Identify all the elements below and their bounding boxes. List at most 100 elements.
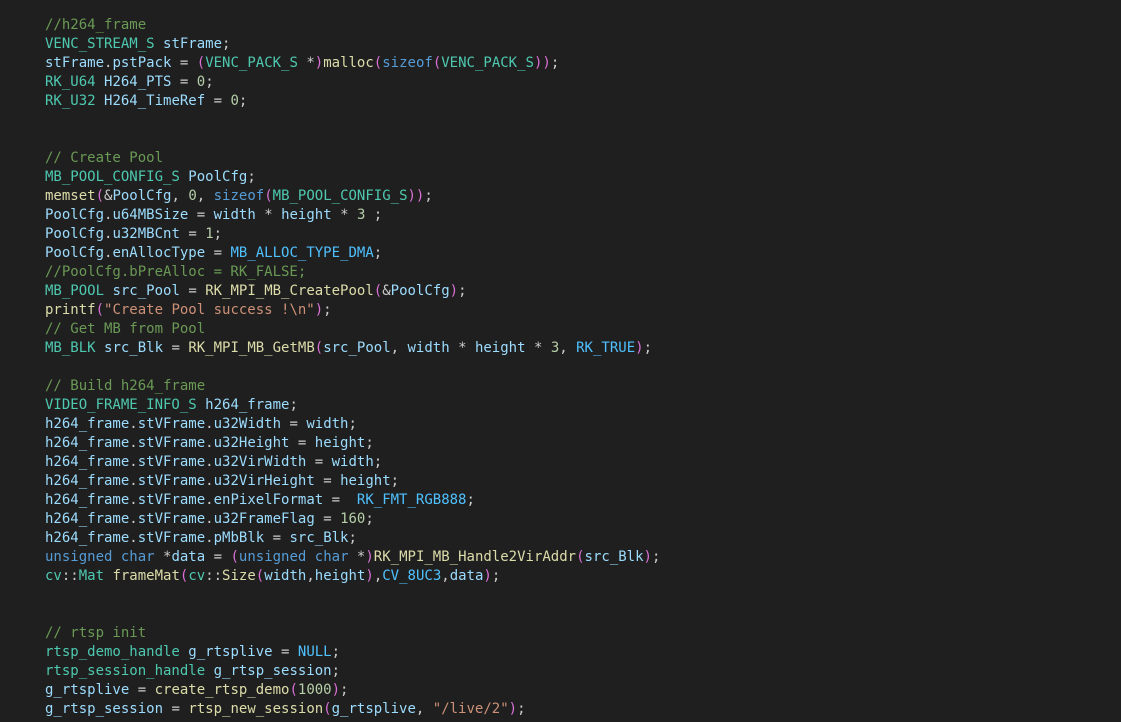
code-line[interactable]: rtsp_session_handle g_rtsp_session; bbox=[45, 662, 660, 681]
code-line[interactable]: PoolCfg.enAllocType = MB_ALLOC_TYPE_DMA; bbox=[45, 244, 660, 263]
code-editor[interactable]: //h264_frame VENC_STREAM_S stFrame; stFram… bbox=[0, 0, 1121, 722]
code-token-var: u32Height bbox=[213, 435, 290, 451]
code-line[interactable]: printf("Create Pool success !\n"); bbox=[45, 301, 660, 320]
code-token-paren: ) bbox=[314, 302, 324, 318]
code-token-var: u32MBCnt bbox=[112, 226, 180, 242]
code-line[interactable]: h264_frame.stVFrame.u32FrameFlag = 160; bbox=[45, 510, 660, 529]
code-line[interactable]: g_rtsp_session = rtsp_new_session(g_rtsp… bbox=[45, 700, 660, 719]
code-content[interactable]: //h264_frame VENC_STREAM_S stFrame; stFram… bbox=[45, 16, 660, 719]
code-line[interactable] bbox=[45, 358, 660, 377]
code-line[interactable]: // rtsp init bbox=[45, 624, 660, 643]
code-line[interactable]: cv::Mat frameMat(cv::Size(width,height),… bbox=[45, 567, 660, 586]
code-token-ns: cv bbox=[45, 568, 62, 584]
code-token-kw: unsigned bbox=[238, 549, 307, 565]
code-token-var: src_Pool bbox=[112, 283, 180, 299]
code-token-punct: , bbox=[373, 568, 383, 584]
code-line[interactable] bbox=[45, 586, 660, 605]
code-line[interactable]: //PoolCfg.bPreAlloc = RK_FALSE; bbox=[45, 263, 660, 282]
code-token-punct bbox=[197, 397, 205, 413]
code-token-punct bbox=[306, 549, 314, 565]
code-token-func: frameMat bbox=[112, 568, 180, 584]
code-line[interactable]: PoolCfg.u32MBCnt = 1; bbox=[45, 225, 660, 244]
code-line[interactable] bbox=[45, 130, 660, 149]
code-token-var: stVFrame bbox=[137, 416, 206, 432]
code-token-num: 0 bbox=[188, 188, 197, 204]
code-token-punct: ; bbox=[458, 283, 467, 299]
code-line[interactable]: PoolCfg.u64MBSize = width * height * 3 ; bbox=[45, 206, 660, 225]
code-token-var: width bbox=[213, 207, 256, 223]
code-line[interactable]: // Build h264_frame bbox=[45, 377, 660, 396]
code-token-var: src_Blk bbox=[584, 549, 644, 565]
code-token-var: height bbox=[340, 473, 391, 489]
code-token-var: enAllocType bbox=[112, 245, 206, 261]
code-line[interactable] bbox=[45, 111, 660, 130]
code-token-punct: * bbox=[297, 55, 315, 71]
code-token-num: 1 bbox=[205, 226, 214, 242]
code-line[interactable]: rtsp_demo_handle g_rtsplive = NULL; bbox=[45, 643, 660, 662]
code-line[interactable]: RK_U64 H264_PTS = 0; bbox=[45, 73, 660, 92]
code-token-num: 160 bbox=[340, 511, 366, 527]
code-token-punct: ; bbox=[213, 226, 223, 242]
code-token-var: PoolCfg bbox=[45, 226, 105, 242]
code-token-type: Mat bbox=[78, 568, 105, 584]
code-line[interactable]: //h264_frame bbox=[45, 16, 660, 35]
code-token-punct: = bbox=[272, 644, 298, 660]
code-token-var: h264_frame bbox=[205, 397, 290, 413]
code-token-var: stVFrame bbox=[137, 530, 206, 546]
code-token-func: RK_MPI_MB_Handle2VirAddr bbox=[373, 549, 577, 565]
code-line[interactable]: MB_POOL_CONFIG_S PoolCfg; bbox=[45, 168, 660, 187]
code-token-punct: ; bbox=[348, 416, 357, 432]
code-token-var: u64MBSize bbox=[112, 207, 189, 223]
code-line[interactable]: MB_BLK src_Blk = RK_MPI_MB_GetMB(src_Poo… bbox=[45, 339, 660, 358]
code-token-kw: sizeof bbox=[213, 188, 265, 204]
code-line[interactable]: VENC_STREAM_S stFrame; bbox=[45, 35, 660, 54]
code-line[interactable]: // Create Pool bbox=[45, 149, 660, 168]
code-line[interactable]: stFrame.pstPack = (VENC_PACK_S *)malloc(… bbox=[45, 54, 660, 73]
code-token-var: pstPack bbox=[112, 55, 172, 71]
code-token-punct: = bbox=[314, 473, 341, 489]
code-line[interactable]: g_rtsplive = create_rtsp_demo(1000); bbox=[45, 681, 660, 700]
code-token-punct: * bbox=[255, 207, 282, 223]
code-token-punct bbox=[96, 93, 104, 109]
code-token-func: RK_MPI_MB_GetMB bbox=[188, 340, 315, 356]
code-line[interactable]: VIDEO_FRAME_INFO_S h264_frame; bbox=[45, 396, 660, 415]
code-token-punct: . bbox=[205, 492, 214, 508]
code-line[interactable]: h264_frame.stVFrame.u32VirHeight = heigh… bbox=[45, 472, 660, 491]
code-token-punct: , bbox=[306, 568, 315, 584]
code-line[interactable]: unsigned char *data = (unsigned char *)R… bbox=[45, 548, 660, 567]
code-line[interactable] bbox=[45, 605, 660, 624]
code-token-var: h264_frame bbox=[45, 511, 130, 527]
code-line[interactable]: RK_U32 H264_TimeRef = 0; bbox=[45, 92, 660, 111]
code-line[interactable]: h264_frame.stVFrame.enPixelFormat = RK_F… bbox=[45, 491, 660, 510]
code-token-punct: ; bbox=[466, 492, 475, 508]
code-token-type: VENC_STREAM_S bbox=[45, 36, 155, 52]
code-token-var: width bbox=[264, 568, 307, 584]
code-token-punct: ; bbox=[550, 55, 560, 71]
code-token-paren: ( bbox=[323, 701, 332, 717]
code-line[interactable]: h264_frame.stVFrame.pMbBlk = src_Blk; bbox=[45, 529, 660, 548]
code-line[interactable]: // Get MB from Pool bbox=[45, 320, 660, 339]
code-token-paren: ( bbox=[289, 682, 298, 698]
code-line[interactable]: MB_POOL src_Pool = RK_MPI_MB_CreatePool(… bbox=[45, 282, 660, 301]
code-token-punct: ; bbox=[517, 701, 526, 717]
code-line[interactable]: memset(&PoolCfg, 0, sizeof(MB_POOL_CONFI… bbox=[45, 187, 660, 206]
code-token-const: RK_TRUE bbox=[576, 340, 636, 356]
code-token-type: RK_U64 bbox=[45, 74, 96, 90]
code-token-comment: // Create Pool bbox=[45, 150, 164, 166]
code-line[interactable]: h264_frame.stVFrame.u32Width = width; bbox=[45, 415, 660, 434]
code-line[interactable]: h264_frame.stVFrame.u32VirWidth = width; bbox=[45, 453, 660, 472]
code-line[interactable]: h264_frame.stVFrame.u32Height = height; bbox=[45, 434, 660, 453]
code-token-type: MB_BLK bbox=[45, 340, 96, 356]
code-token-const: CV_8UC3 bbox=[382, 568, 442, 584]
code-token-var: g_rtsp_session bbox=[213, 663, 332, 679]
code-token-punct: . bbox=[129, 492, 138, 508]
code-token-punct: = bbox=[129, 682, 155, 698]
code-token-var: height bbox=[281, 207, 332, 223]
code-token-kw: char bbox=[120, 549, 155, 565]
code-token-var: src_Blk bbox=[104, 340, 164, 356]
code-token-punct: * bbox=[525, 340, 551, 356]
code-token-var: height bbox=[474, 340, 526, 356]
code-token-punct: ; bbox=[331, 663, 341, 679]
code-token-punct: . bbox=[129, 511, 138, 527]
code-token-num: 1000 bbox=[297, 682, 332, 698]
